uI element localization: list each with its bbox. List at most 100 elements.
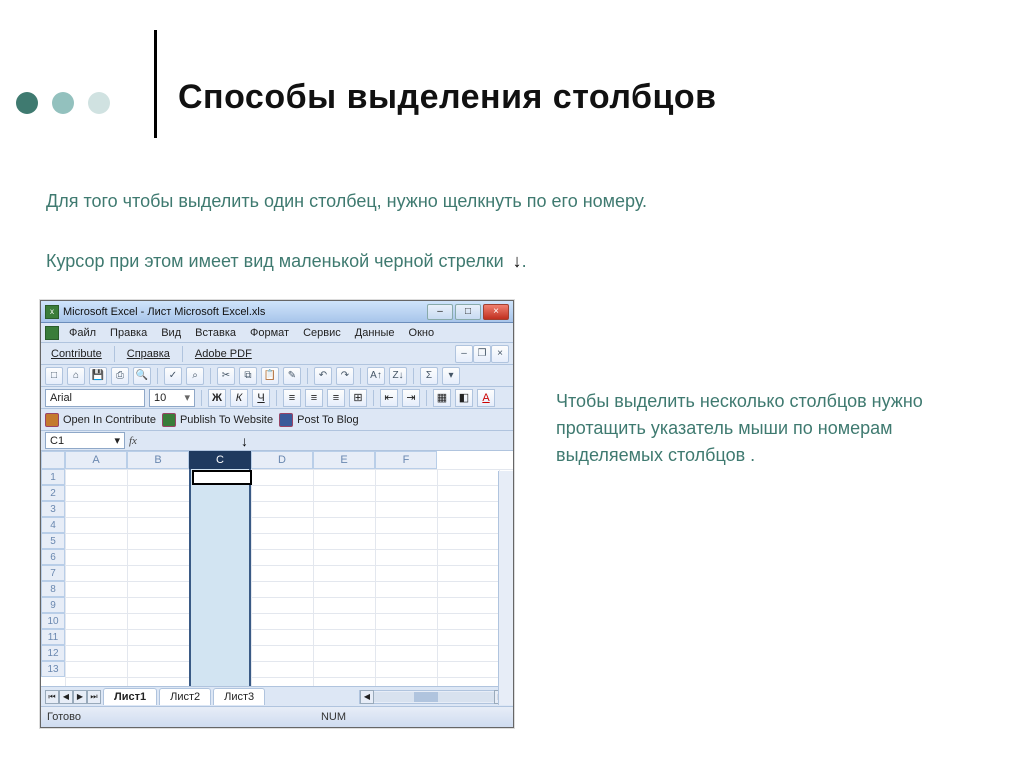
menu-file[interactable]: Файл — [63, 326, 102, 340]
row-header[interactable]: 7 — [41, 565, 65, 581]
doc-minimize-button[interactable]: – — [455, 345, 473, 363]
sort-asc-icon[interactable]: A↑ — [367, 367, 385, 385]
align-left-icon[interactable]: ≡ — [283, 389, 301, 407]
new-icon[interactable]: □ — [45, 367, 63, 385]
formula-bar: C1 ▾ fx ↓ — [41, 431, 513, 451]
select-all-corner[interactable] — [41, 451, 65, 469]
name-box[interactable]: C1 ▾ — [45, 432, 125, 449]
col-header-f[interactable]: F — [375, 451, 437, 469]
menu-data[interactable]: Данные — [349, 326, 401, 340]
font-color-icon[interactable]: A — [477, 389, 495, 407]
open-in-contribute[interactable]: Open In Contribute — [45, 413, 156, 427]
menu-edit[interactable]: Правка — [104, 326, 153, 340]
formatting-toolbar: Arial 10 ▾ Ж К Ч ≡ ≡ ≡ ⊞ ⇤ ⇥ ▦ ◧ A — [41, 387, 513, 409]
print-icon[interactable]: ⎙ — [111, 367, 129, 385]
column-select-arrow-icon: ↓ — [241, 433, 248, 449]
borders-icon[interactable]: ▦ — [433, 389, 451, 407]
row-header[interactable]: 5 — [41, 533, 65, 549]
more-icon[interactable]: ▾ — [442, 367, 460, 385]
horizontal-scrollbar[interactable]: ◀ ▶ — [359, 690, 509, 704]
contribute-icon — [45, 413, 59, 427]
post-to-blog[interactable]: Post To Blog — [279, 413, 359, 427]
paste-icon[interactable]: 📋 — [261, 367, 279, 385]
indent-decrease-icon[interactable]: ⇤ — [380, 389, 398, 407]
menu-insert[interactable]: Вставка — [189, 326, 242, 340]
contribute-link[interactable]: Contribute — [45, 347, 108, 361]
doc-restore-button[interactable]: ❐ — [473, 345, 491, 363]
font-name-combo[interactable]: Arial — [45, 389, 145, 407]
menu-tools[interactable]: Сервис — [297, 326, 347, 340]
period: . — [522, 251, 527, 271]
fx-icon[interactable]: fx — [129, 435, 137, 447]
sheet-tab-2[interactable]: Лист2 — [159, 688, 211, 705]
autosum-icon[interactable]: Σ — [420, 367, 438, 385]
fill-color-icon[interactable]: ◧ — [455, 389, 473, 407]
sheet-nav-last-icon[interactable]: ⏭ — [87, 690, 101, 704]
cut-icon[interactable]: ✂ — [217, 367, 235, 385]
spell-icon[interactable]: ✓ — [164, 367, 182, 385]
maximize-button[interactable]: □ — [455, 304, 481, 320]
col-header-d[interactable]: D — [251, 451, 313, 469]
redo-icon[interactable]: ↷ — [336, 367, 354, 385]
cells-area[interactable] — [65, 469, 513, 687]
sheet-nav-next-icon[interactable]: ▶ — [73, 690, 87, 704]
separator — [114, 346, 115, 362]
row-header[interactable]: 12 — [41, 645, 65, 661]
open-icon[interactable]: ⌂ — [67, 367, 85, 385]
separator — [201, 390, 202, 406]
sheet-tab-1[interactable]: Лист1 — [103, 688, 157, 705]
row-header[interactable]: 9 — [41, 597, 65, 613]
indent-increase-icon[interactable]: ⇥ — [402, 389, 420, 407]
underline-button[interactable]: Ч — [252, 389, 270, 407]
sheet-tab-3[interactable]: Лист3 — [213, 688, 265, 705]
active-cell[interactable] — [192, 470, 252, 485]
publish-to-website[interactable]: Publish To Website — [162, 413, 273, 427]
font-size-combo[interactable]: 10 ▾ — [149, 389, 195, 407]
row-header[interactable]: 8 — [41, 581, 65, 597]
vertical-scrollbar[interactable] — [498, 471, 513, 705]
minimize-button[interactable]: – — [427, 304, 453, 320]
separator — [276, 390, 277, 406]
sheet-nav-first-icon[interactable]: ⏮ — [45, 690, 59, 704]
research-icon[interactable]: ⌕ — [186, 367, 204, 385]
row-header[interactable]: 1 — [41, 469, 65, 485]
close-button[interactable]: × — [483, 304, 509, 320]
col-header-b[interactable]: B — [127, 451, 189, 469]
col-header-a[interactable]: A — [65, 451, 127, 469]
doc-close-button[interactable]: × — [491, 345, 509, 363]
window-titlebar[interactable]: x Microsoft Excel - Лист Microsoft Excel… — [41, 301, 513, 323]
font-size-value: 10 — [154, 392, 166, 404]
worksheet-grid[interactable]: A B C D E F 1 2 3 4 5 6 7 8 9 10 11 12 1… — [41, 451, 513, 687]
copy-icon[interactable]: ⧉ — [239, 367, 257, 385]
adobe-pdf-link[interactable]: Adobe PDF — [189, 347, 258, 361]
row-header[interactable]: 10 — [41, 613, 65, 629]
row-header[interactable]: 2 — [41, 485, 65, 501]
align-right-icon[interactable]: ≡ — [327, 389, 345, 407]
scroll-thumb[interactable] — [414, 692, 438, 702]
bold-button[interactable]: Ж — [208, 389, 226, 407]
merge-icon[interactable]: ⊞ — [349, 389, 367, 407]
undo-icon[interactable]: ↶ — [314, 367, 332, 385]
sheet-nav-prev-icon[interactable]: ◀ — [59, 690, 73, 704]
italic-button[interactable]: К — [230, 389, 248, 407]
preview-icon[interactable]: 🔍 — [133, 367, 151, 385]
menu-view[interactable]: Вид — [155, 326, 187, 340]
col-header-c[interactable]: C — [189, 451, 251, 469]
row-header[interactable]: 3 — [41, 501, 65, 517]
scroll-track[interactable] — [374, 692, 494, 702]
status-num: NUM — [321, 711, 346, 723]
row-header[interactable]: 6 — [41, 549, 65, 565]
menu-window[interactable]: Окно — [403, 326, 441, 340]
row-header[interactable]: 11 — [41, 629, 65, 645]
scroll-left-icon[interactable]: ◀ — [360, 690, 374, 704]
sort-desc-icon[interactable]: Z↓ — [389, 367, 407, 385]
help-link[interactable]: Справка — [121, 347, 176, 361]
col-header-e[interactable]: E — [313, 451, 375, 469]
row-header[interactable]: 4 — [41, 517, 65, 533]
paragraph-2-text: Курсор при этом имеет вид маленькой черн… — [46, 251, 504, 271]
menu-format[interactable]: Формат — [244, 326, 295, 340]
align-center-icon[interactable]: ≡ — [305, 389, 323, 407]
save-icon[interactable]: 💾 — [89, 367, 107, 385]
format-painter-icon[interactable]: ✎ — [283, 367, 301, 385]
row-header[interactable]: 13 — [41, 661, 65, 677]
